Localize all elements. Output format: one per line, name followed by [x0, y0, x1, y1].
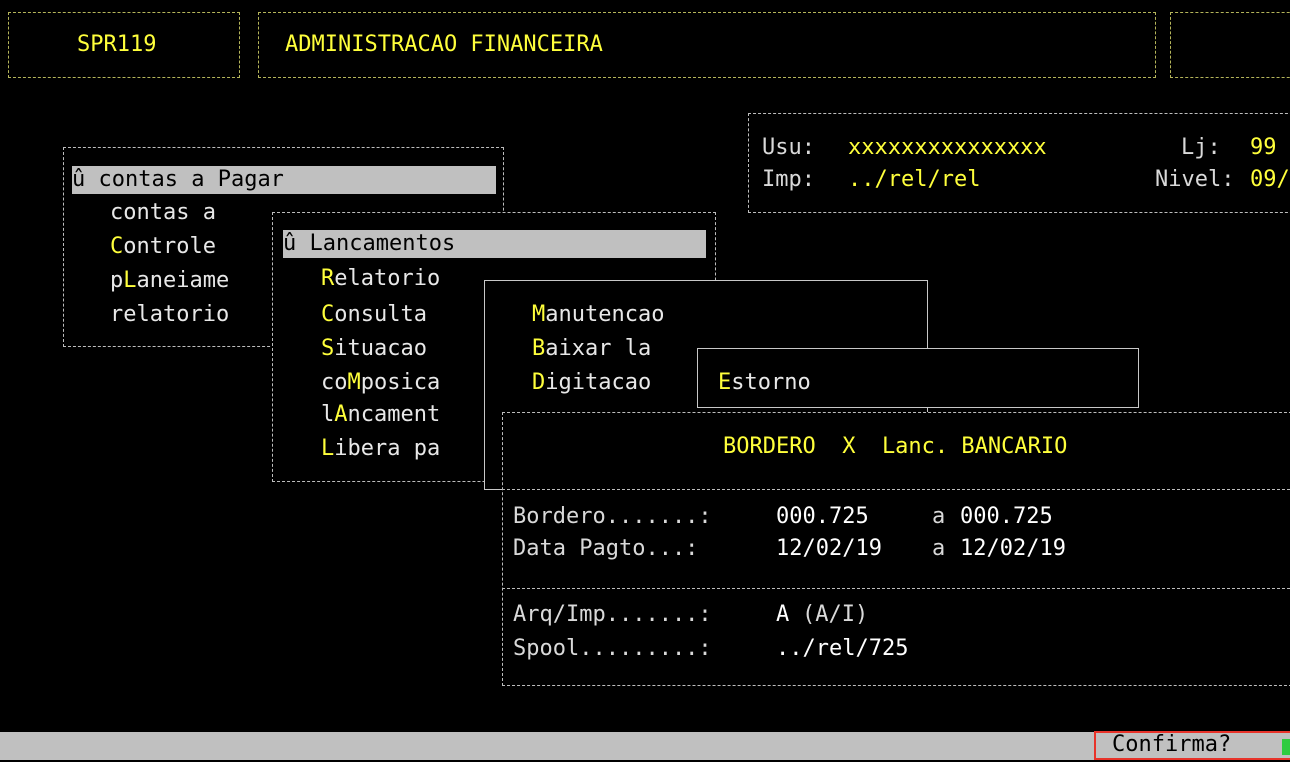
dialog-title: BORDERO X Lanc. BANCARIO [723, 434, 1068, 459]
submenu-item[interactable]: Situacao [321, 332, 427, 366]
confirm-prompt[interactable]: Confirma? [1094, 731, 1290, 760]
level-label: Nivel: [1155, 167, 1235, 192]
arq-imp-field[interactable]: A [776, 598, 789, 632]
bordero-from-field[interactable]: 000.725 [776, 500, 869, 534]
main-menu-item[interactable]: pLaneiame [110, 264, 229, 298]
main-menu-item[interactable]: contas a [110, 196, 216, 230]
selected-marker: û [72, 167, 86, 192]
arq-imp-hint: (A/I) [802, 602, 869, 627]
payment-date-label: Data Pagto...: [513, 536, 699, 561]
bordero-range-separator: a [932, 504, 946, 529]
dialog-divider [502, 489, 1290, 490]
payment-date-separator: a [932, 536, 946, 561]
submenu-selected-item[interactable]: û Lancamentos [283, 230, 706, 258]
main-menu-item[interactable]: relatorio [110, 298, 229, 332]
lancamentos-menu-item[interactable]: Digitacao [532, 366, 651, 400]
bordero-label: Bordero.......: [513, 504, 712, 529]
main-menu-item[interactable]: Controle [110, 230, 216, 264]
user-value: xxxxxxxxxxxxxxx [848, 135, 1047, 160]
lancamentos-menu-item[interactable]: Manutencao [532, 298, 664, 332]
level-value: 09/ [1250, 167, 1290, 192]
dialog-divider [502, 588, 1290, 589]
submenu-selected-label: Lancamentos [309, 231, 456, 256]
payment-date-to-field[interactable]: 12/02/19 [960, 532, 1066, 566]
main-menu-selected-item[interactable]: û contas a Pagar [72, 166, 496, 194]
manutencao-menu-item[interactable]: Estorno [718, 366, 811, 400]
submenu-item[interactable]: Relatorio [321, 262, 440, 296]
bordero-to-field[interactable]: 000.725 [960, 500, 1053, 534]
submenu-item[interactable]: coMposica [321, 366, 440, 400]
submenu-item[interactable]: Libera pa [321, 432, 440, 466]
printer-value: ../rel/rel [848, 167, 981, 192]
cursor-indicator [1282, 739, 1290, 755]
selected-marker: û [283, 231, 297, 256]
printer-label: Imp: [762, 167, 815, 192]
store-label: Lj: [1181, 135, 1221, 160]
arq-imp-label: Arq/Imp.......: [513, 602, 712, 627]
main-menu-selected-label: contas a Pagar [98, 167, 284, 192]
spool-label: Spool.........: [513, 636, 712, 661]
module-title: ADMINISTRACAO FINANCEIRA [285, 32, 603, 57]
user-label: Usu: [762, 135, 815, 160]
submenu-item[interactable]: lAncament [321, 398, 440, 432]
lancamentos-menu-item[interactable]: Baixar la [532, 332, 651, 366]
submenu-item[interactable]: Consulta [321, 298, 427, 332]
program-code: SPR119 [77, 32, 157, 57]
store-value: 99 [1250, 135, 1277, 160]
confirm-prompt-label: Confirma? [1112, 732, 1232, 757]
spool-field[interactable]: ../rel/725 [776, 632, 908, 666]
header-right-panel [1170, 12, 1290, 78]
payment-date-from-field[interactable]: 12/02/19 [776, 532, 882, 566]
